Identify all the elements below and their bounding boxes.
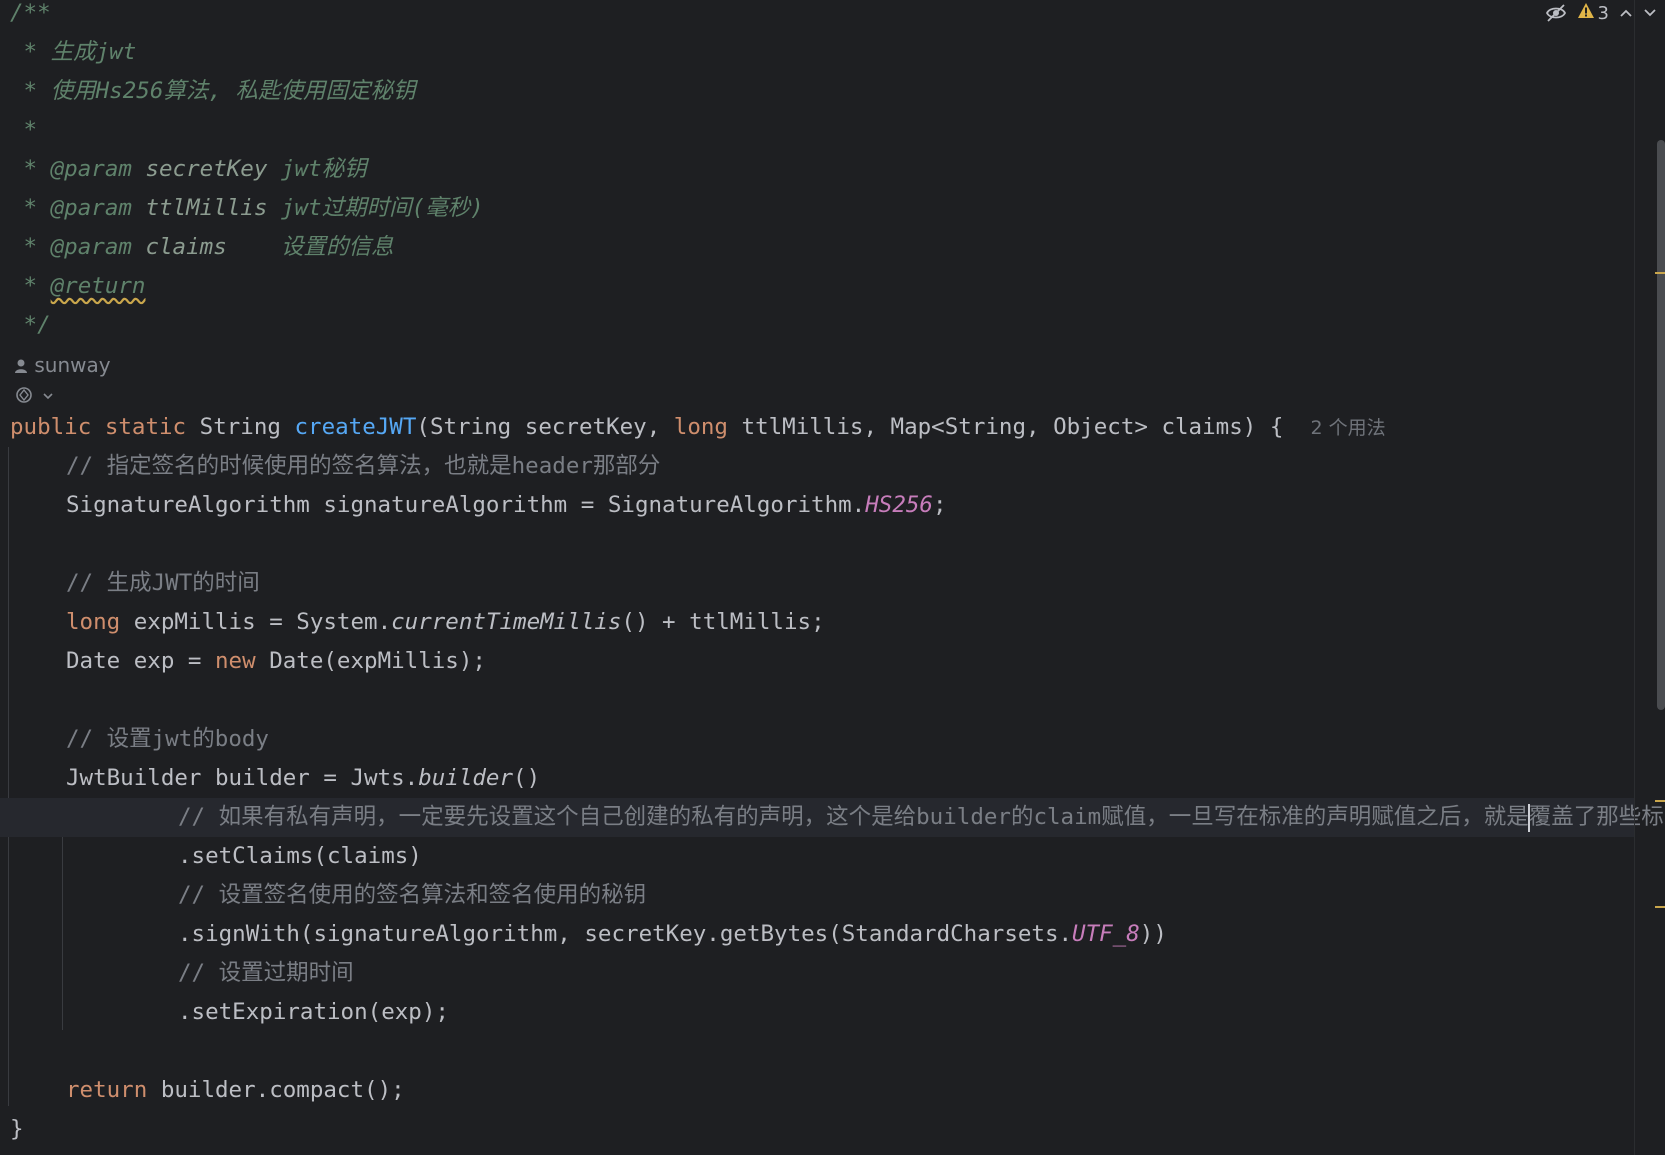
code-editor[interactable]: 3 /** * 生成jwt * 使用Hs256算法, 私匙使用固定秘钥 * * …	[0, 0, 1665, 1155]
usages-hint[interactable]: 2 个用法	[1310, 417, 1385, 439]
doc-comment-line: * 生成jwt	[10, 39, 137, 65]
doc-comment-line: * 使用Hs256算法, 私匙使用固定秘钥	[10, 78, 416, 104]
method-name: createJWT	[294, 414, 417, 440]
indent-guide	[8, 447, 9, 1106]
chevron-down-icon	[42, 383, 54, 407]
eye-off-icon[interactable]	[1545, 3, 1567, 23]
comment-signature-algorithm: // 指定签名的时候使用的签名算法，也就是header那部分	[66, 453, 661, 479]
comment-jwt-time: // 生成JWT的时间	[66, 570, 260, 596]
comment-jwt-body: // 设置jwt的body	[66, 726, 269, 752]
ai-assistant-gutter[interactable]	[14, 380, 54, 410]
comment-expiration: // 设置过期时间	[178, 960, 354, 986]
scrollbar-thumb[interactable]	[1657, 140, 1665, 710]
doc-param-ttlmillis: * @param ttlMillis jwt过期时间(毫秒)	[10, 195, 484, 221]
doc-param-secretkey: * @param secretKey jwt秘钥	[10, 156, 367, 182]
current-line[interactable]: // 如果有私有声明，一定要先设置这个自己创建的私有的声明，这个是给builde…	[0, 798, 1665, 837]
code-line: return builder.compact();	[66, 1077, 405, 1103]
doc-comment-close: */	[10, 312, 51, 338]
method-signature: public static String createJWT(String se…	[10, 414, 1386, 440]
ai-assistant-icon	[14, 383, 42, 407]
code-line: .setExpiration(exp);	[178, 999, 449, 1025]
warning-marker[interactable]	[1655, 800, 1665, 802]
code-line: Date exp = new Date(expMillis);	[66, 648, 486, 674]
warning-count: 3	[1597, 2, 1609, 24]
code-line: JwtBuilder builder = Jwts.builder()	[66, 765, 541, 791]
chevron-up-icon[interactable]	[1619, 8, 1633, 18]
warning-icon	[1577, 2, 1595, 24]
code-line: }	[10, 1116, 24, 1142]
warning-marker[interactable]	[1655, 906, 1665, 908]
code-line: SignatureAlgorithm signatureAlgorithm = …	[66, 492, 947, 518]
author-hint[interactable]: sunway	[14, 350, 111, 380]
comment-sign-with: // 设置签名使用的签名算法和签名使用的秘钥	[178, 882, 647, 908]
doc-return: * @return	[10, 273, 146, 299]
warning-count-button[interactable]: 3	[1577, 2, 1609, 24]
vertical-scrollbar[interactable]	[1634, 0, 1665, 1155]
user-icon	[14, 353, 34, 377]
doc-param-claims: * @param claims 设置的信息	[10, 234, 394, 260]
code-line: long expMillis = System.currentTimeMilli…	[66, 609, 825, 635]
warning-marker[interactable]	[1655, 272, 1665, 274]
code-line: .signWith(signatureAlgorithm, secretKey.…	[178, 921, 1167, 947]
doc-comment-line: *	[10, 117, 38, 143]
author-name: sunway	[34, 353, 111, 377]
doc-comment-open: /**	[10, 0, 51, 26]
code-line: .setClaims(claims)	[178, 843, 422, 869]
